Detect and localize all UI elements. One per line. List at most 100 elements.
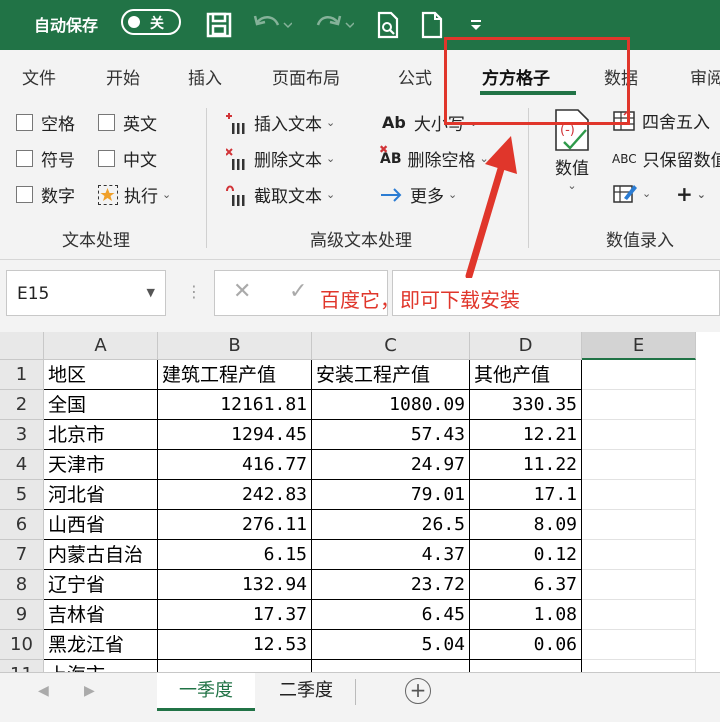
sheet-tab-q2[interactable]: 二季度 — [260, 673, 352, 711]
column-header-b[interactable]: B — [158, 332, 312, 360]
cell-d1[interactable]: 其他产值 — [470, 360, 582, 390]
cell-e4[interactable] — [582, 450, 696, 480]
cell-d9[interactable]: 1.08 — [470, 600, 582, 630]
cell-e10[interactable] — [582, 630, 696, 660]
row-header[interactable]: 2 — [0, 390, 44, 420]
tab-review[interactable]: 审阅 — [690, 64, 720, 89]
cell-d10[interactable]: 0.06 — [470, 630, 582, 660]
cell-c3[interactable]: 57.43 — [312, 420, 470, 450]
edit-dropdown-button[interactable]: ⌄ — [612, 182, 651, 204]
more-button[interactable]: 更多 ⌄ — [380, 182, 457, 207]
cell-b10[interactable]: 12.53 — [158, 630, 312, 660]
cell-c2[interactable]: 1080.09 — [312, 390, 470, 420]
cell-a1[interactable]: 地区 — [44, 360, 158, 390]
column-header-a[interactable]: A — [44, 332, 158, 360]
cell-d4[interactable]: 11.22 — [470, 450, 582, 480]
cell-e8[interactable] — [582, 570, 696, 600]
cell-a10[interactable]: 黑龙江省 — [44, 630, 158, 660]
tab-page-layout[interactable]: 页面布局 — [272, 64, 340, 89]
cell-b6[interactable]: 276.11 — [158, 510, 312, 540]
redo-icon[interactable] — [312, 10, 356, 40]
add-button[interactable]: + ⌄ — [676, 182, 706, 206]
new-file-icon[interactable] — [418, 10, 446, 40]
scroll-right-icon[interactable]: ▶ — [84, 683, 95, 699]
row-header[interactable]: 7 — [0, 540, 44, 570]
scroll-left-icon[interactable]: ◀ — [38, 683, 49, 699]
cell-b7[interactable]: 6.15 — [158, 540, 312, 570]
insert-text-button[interactable]: 插入文本 ⌄ — [226, 110, 335, 135]
execute-button[interactable]: 执行 ⌄ — [98, 182, 171, 207]
tab-file[interactable]: 文件 — [22, 64, 56, 89]
cell-e6[interactable] — [582, 510, 696, 540]
cell-a11[interactable]: 上海市 — [44, 660, 158, 672]
cell-c9[interactable]: 6.45 — [312, 600, 470, 630]
tab-home[interactable]: 开始 — [106, 64, 140, 89]
cell-b2[interactable]: 12161.81 — [158, 390, 312, 420]
cell-a6[interactable]: 山西省 — [44, 510, 158, 540]
cell-e2[interactable] — [582, 390, 696, 420]
cell-b5[interactable]: 242.83 — [158, 480, 312, 510]
cell-d8[interactable]: 6.37 — [470, 570, 582, 600]
undo-icon[interactable] — [250, 10, 294, 40]
cell-d7[interactable]: 0.12 — [470, 540, 582, 570]
cell-d5[interactable]: 17.1 — [470, 480, 582, 510]
cell-a2[interactable]: 全国 — [44, 390, 158, 420]
cell-c8[interactable]: 23.72 — [312, 570, 470, 600]
autosave-toggle[interactable]: 关 — [121, 9, 181, 35]
cell-d2[interactable]: 330.35 — [470, 390, 582, 420]
cell-a7[interactable]: 内蒙古自治 — [44, 540, 158, 570]
checkbox-chinese[interactable]: 中文 — [98, 146, 157, 171]
cell-c6[interactable]: 26.5 — [312, 510, 470, 540]
cell-a8[interactable]: 辽宁省 — [44, 570, 158, 600]
row-header[interactable]: 6 — [0, 510, 44, 540]
row-header[interactable]: 3 — [0, 420, 44, 450]
cell-b4[interactable]: 416.77 — [158, 450, 312, 480]
sheet-tab-q1[interactable]: 一季度 — [157, 673, 255, 711]
cell-b9[interactable]: 17.37 — [158, 600, 312, 630]
cell-c5[interactable]: 79.01 — [312, 480, 470, 510]
cell-c10[interactable]: 5.04 — [312, 630, 470, 660]
cell-d11[interactable] — [470, 660, 582, 672]
cell-c11[interactable] — [312, 660, 470, 672]
select-all-corner[interactable] — [0, 332, 44, 360]
cell-d3[interactable]: 12.21 — [470, 420, 582, 450]
tab-formulas[interactable]: 公式 — [398, 64, 432, 89]
checkbox-digit[interactable]: 数字 — [16, 182, 75, 207]
cell-a3[interactable]: 北京市 — [44, 420, 158, 450]
save-icon[interactable] — [204, 10, 234, 40]
cell-e9[interactable] — [582, 600, 696, 630]
cell-a4[interactable]: 天津市 — [44, 450, 158, 480]
column-header-e[interactable]: E — [582, 332, 696, 360]
delete-text-button[interactable]: 删除文本 ⌄ — [226, 146, 335, 171]
print-preview-icon[interactable] — [374, 10, 402, 40]
row-header[interactable]: 10 — [0, 630, 44, 660]
cell-b11[interactable] — [158, 660, 312, 672]
cell-b8[interactable]: 132.94 — [158, 570, 312, 600]
row-header[interactable]: 11 — [0, 660, 44, 672]
cell-c7[interactable]: 4.37 — [312, 540, 470, 570]
row-header[interactable]: 5 — [0, 480, 44, 510]
row-header[interactable]: 8 — [0, 570, 44, 600]
cell-a9[interactable]: 吉林省 — [44, 600, 158, 630]
cell-e7[interactable] — [582, 540, 696, 570]
row-header[interactable]: 4 — [0, 450, 44, 480]
column-header-c[interactable]: C — [312, 332, 470, 360]
row-header[interactable]: 1 — [0, 360, 44, 390]
add-sheet-icon[interactable]: + — [405, 678, 431, 704]
confirm-icon[interactable]: ✓ — [289, 279, 307, 304]
cancel-icon[interactable]: ✕ — [233, 279, 251, 304]
cell-c4[interactable]: 24.97 — [312, 450, 470, 480]
checkbox-space[interactable]: 空格 — [16, 110, 75, 135]
cell-e1[interactable] — [582, 360, 696, 390]
cell-b3[interactable]: 1294.45 — [158, 420, 312, 450]
cell-c1[interactable]: 安装工程产值 — [312, 360, 470, 390]
cell-e11[interactable] — [582, 660, 696, 672]
checkbox-symbol[interactable]: 符号 — [16, 146, 75, 171]
cell-b1[interactable]: 建筑工程产值 — [158, 360, 312, 390]
cut-text-button[interactable]: 截取文本 ⌄ — [226, 182, 335, 207]
column-header-d[interactable]: D — [470, 332, 582, 360]
keep-number-button[interactable]: ABC 只保留数值 — [612, 146, 720, 171]
cell-d6[interactable]: 8.09 — [470, 510, 582, 540]
cell-e3[interactable] — [582, 420, 696, 450]
tab-insert[interactable]: 插入 — [188, 64, 222, 89]
